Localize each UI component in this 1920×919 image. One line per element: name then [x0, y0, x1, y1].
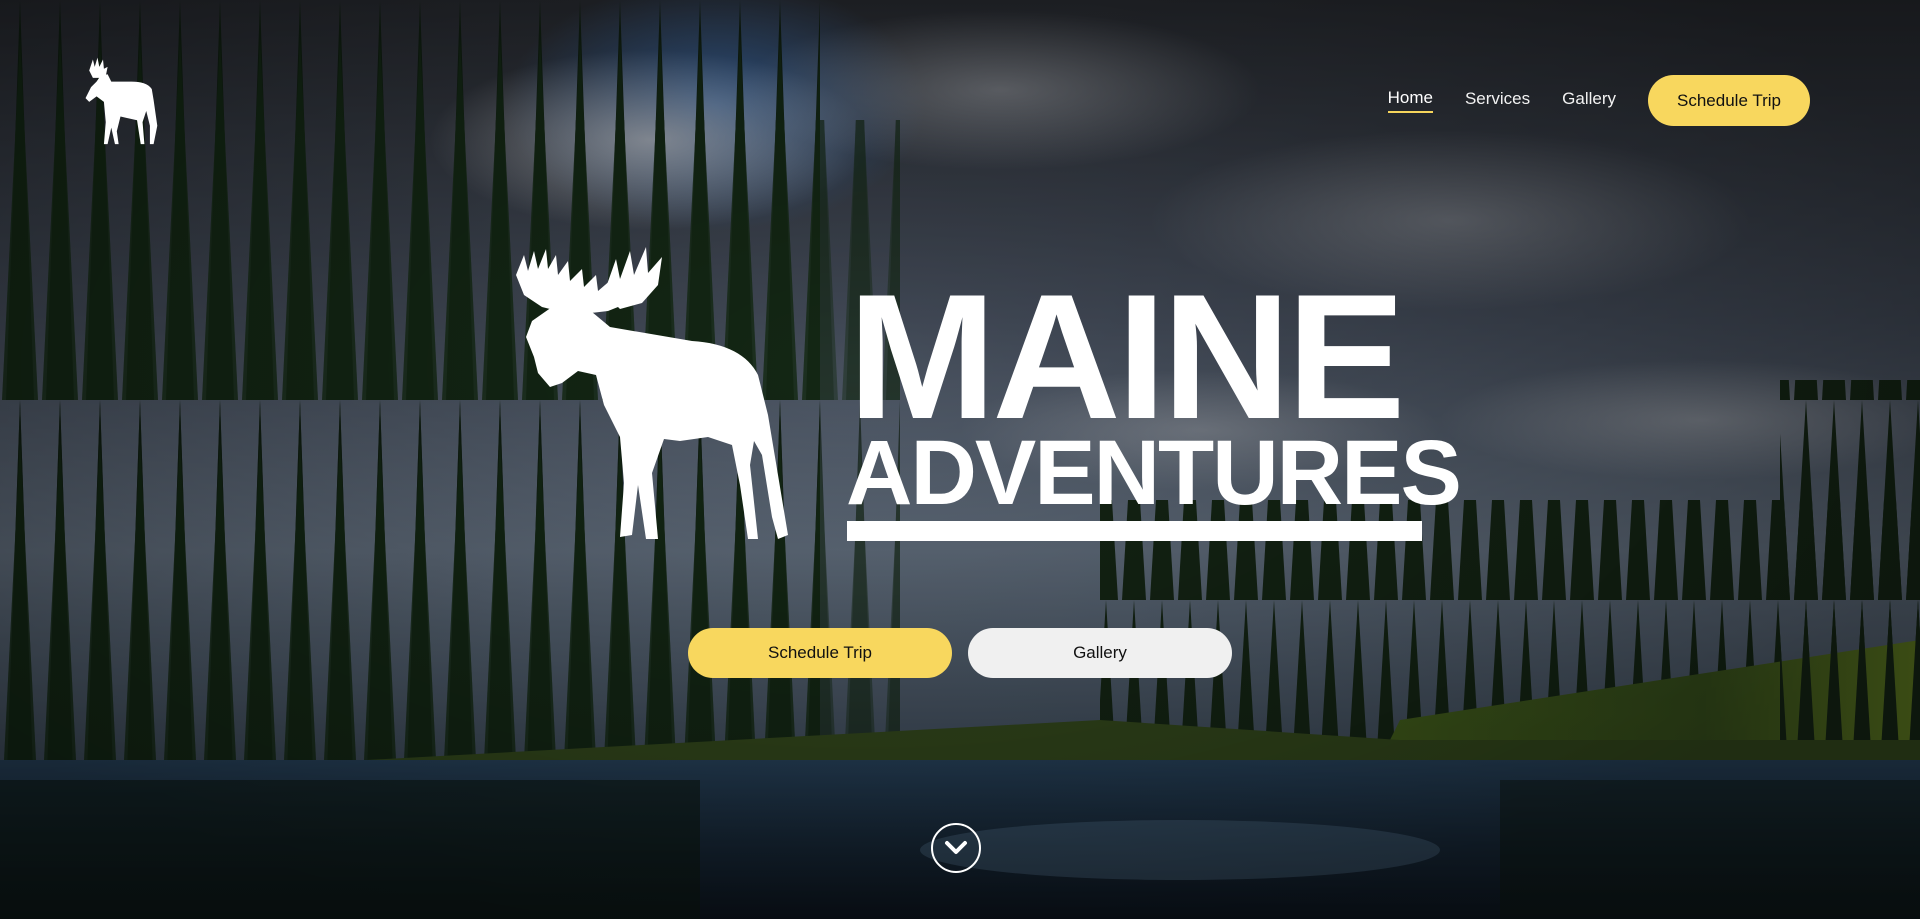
- hero-gallery-button[interactable]: Gallery: [968, 628, 1232, 678]
- nav-schedule-trip-button[interactable]: Schedule Trip: [1648, 75, 1810, 126]
- hero-cta-row: Schedule Trip Gallery: [688, 628, 1232, 678]
- nav-link-home[interactable]: Home: [1387, 88, 1433, 113]
- chevron-down-icon: [945, 841, 967, 854]
- main-nav: Home Services Gallery Schedule Trip: [1387, 75, 1810, 126]
- moose-silhouette-icon: [516, 247, 788, 539]
- moose-logo-icon[interactable]: [80, 52, 172, 148]
- nav-link-gallery[interactable]: Gallery: [1562, 89, 1616, 112]
- scroll-down-button[interactable]: [931, 823, 981, 873]
- hero-title-main: MAINE: [848, 257, 1406, 456]
- hero-title-sub: ADVENTURES: [846, 422, 1462, 524]
- hero-schedule-trip-button[interactable]: Schedule Trip: [688, 628, 952, 678]
- nav-link-services[interactable]: Services: [1465, 89, 1530, 112]
- title-underline: [847, 521, 1422, 541]
